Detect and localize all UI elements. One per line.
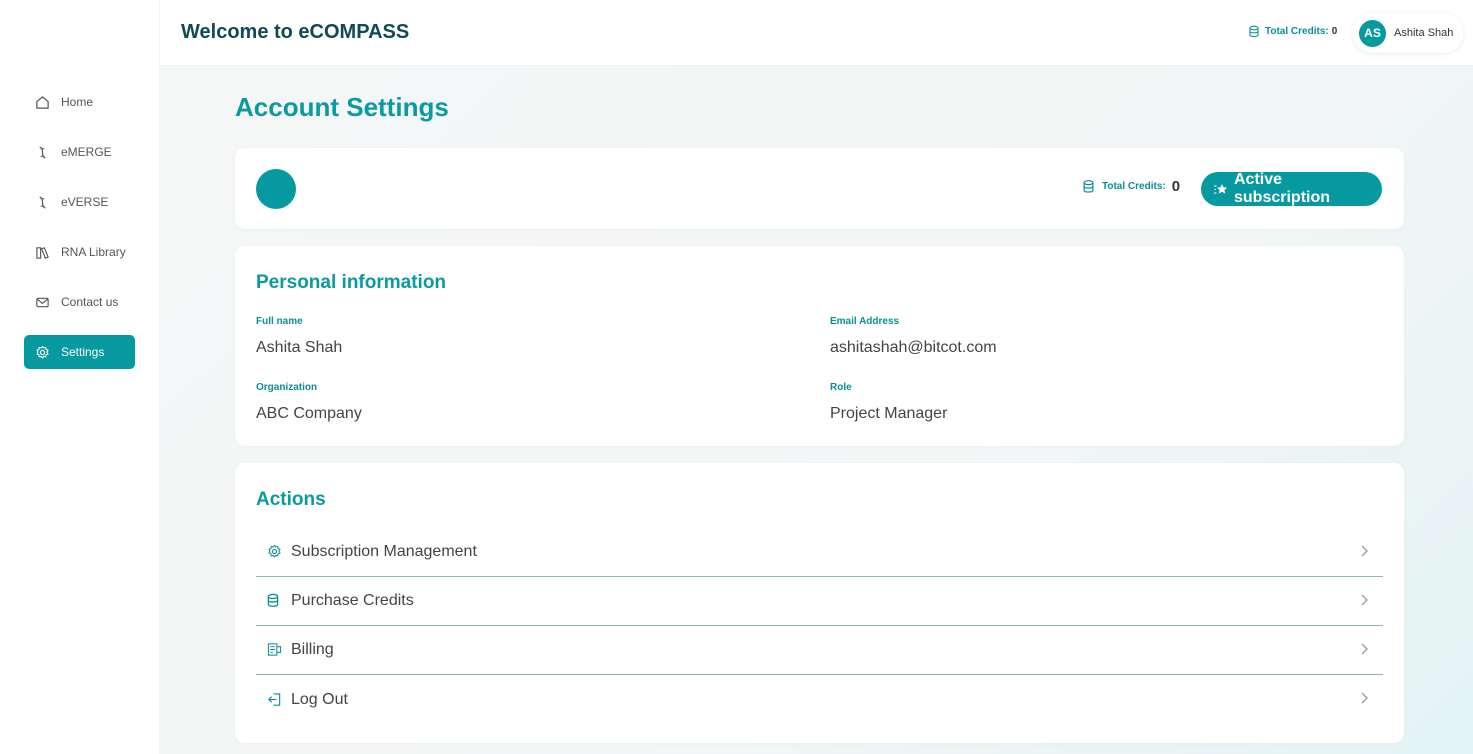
subscription-button-label: Active subscription <box>1234 171 1331 206</box>
library-icon <box>34 244 50 260</box>
sidebar-item-label: eMERGE <box>61 145 112 159</box>
mail-icon <box>34 294 50 310</box>
role-value: Project Manager <box>830 405 948 422</box>
logout-icon <box>267 692 283 708</box>
welcome-title: Welcome to eCOMPASS <box>181 21 410 43</box>
avatar: AS <box>1359 19 1386 47</box>
sidebar-item-everse[interactable]: eVERSE <box>24 185 135 219</box>
sidebar-item-emerge[interactable]: eMERGE <box>24 135 135 169</box>
coins-icon <box>1249 25 1259 38</box>
personal-information-card: Personal information Full name Ashita Sh… <box>235 246 1404 446</box>
top-bar: Welcome to eCOMPASS Total Credits: 0 AS … <box>160 0 1473 66</box>
action-label: Billing <box>291 641 334 658</box>
subscription-management-row[interactable]: Subscription Management <box>256 528 1383 577</box>
top-credits-value: 0 <box>1331 26 1338 37</box>
top-credits: Total Credits: 0 <box>1249 25 1337 38</box>
active-subscription-button[interactable]: Active subscription <box>1201 171 1382 206</box>
action-label: Subscription Management <box>291 543 477 560</box>
email-label: Email Address <box>830 316 900 327</box>
sidebar-item-label: RNA Library <box>61 245 126 259</box>
account-summary-card: Total Credits: 0 Active subscription <box>235 148 1404 229</box>
coins-icon <box>1083 179 1094 194</box>
organization-value: ABC Company <box>256 405 362 422</box>
role-label: Role <box>830 382 852 393</box>
sidebar: Home eMERGE eVERSE RNA Library Contact u… <box>0 0 160 754</box>
full-name-label: Full name <box>256 316 303 327</box>
sidebar-item-label: Settings <box>61 345 105 359</box>
action-label: Log Out <box>291 690 348 708</box>
page-title: Account Settings <box>235 92 449 122</box>
dna-icon <box>34 144 50 160</box>
user-menu[interactable]: AS Ashita Shah <box>1353 13 1463 53</box>
section-title: Actions <box>256 489 326 510</box>
dna-icon <box>34 194 50 210</box>
profile-picture[interactable] <box>256 169 296 209</box>
coins-icon <box>267 593 283 609</box>
section-title: Personal information <box>256 272 447 293</box>
sidebar-item-home[interactable]: Home <box>24 85 135 119</box>
chevron-right-icon <box>1359 642 1369 656</box>
action-label: Purchase Credits <box>291 592 414 609</box>
chevron-right-icon <box>1359 691 1369 705</box>
log-out-row[interactable]: Log Out <box>256 675 1383 724</box>
email-value: ashitashah@bitcot.com <box>830 339 997 356</box>
home-icon <box>34 94 50 110</box>
sidebar-item-rna-library[interactable]: RNA Library <box>24 235 135 269</box>
organization-label: Organization <box>256 382 318 393</box>
sidebar-item-settings[interactable]: Settings <box>24 335 135 369</box>
purchase-credits-row[interactable]: Purchase Credits <box>256 577 1383 626</box>
billing-row[interactable]: Billing <box>256 626 1383 675</box>
sidebar-item-label: Home <box>61 95 94 109</box>
chevron-right-icon <box>1359 544 1369 558</box>
star-icon <box>1213 181 1229 197</box>
summary-credits: Total Credits: 0 <box>1083 178 1180 195</box>
sidebar-item-label: eVERSE <box>61 195 109 209</box>
summary-credits-label: Total Credits: <box>1102 181 1166 192</box>
billing-icon <box>267 642 283 658</box>
gear-icon <box>267 544 283 560</box>
user-name: Ashita Shah <box>1394 27 1454 39</box>
sidebar-item-label: Contact us <box>61 295 119 309</box>
gear-icon <box>34 344 50 360</box>
actions-card: Actions Subscription Management Purchase… <box>235 463 1404 743</box>
full-name-value: Ashita Shah <box>256 339 343 356</box>
sidebar-item-contact[interactable]: Contact us <box>24 285 135 319</box>
top-credits-label: Total Credits: <box>1265 26 1329 37</box>
chevron-right-icon <box>1359 593 1369 607</box>
summary-credits-value: 0 <box>1171 178 1181 195</box>
